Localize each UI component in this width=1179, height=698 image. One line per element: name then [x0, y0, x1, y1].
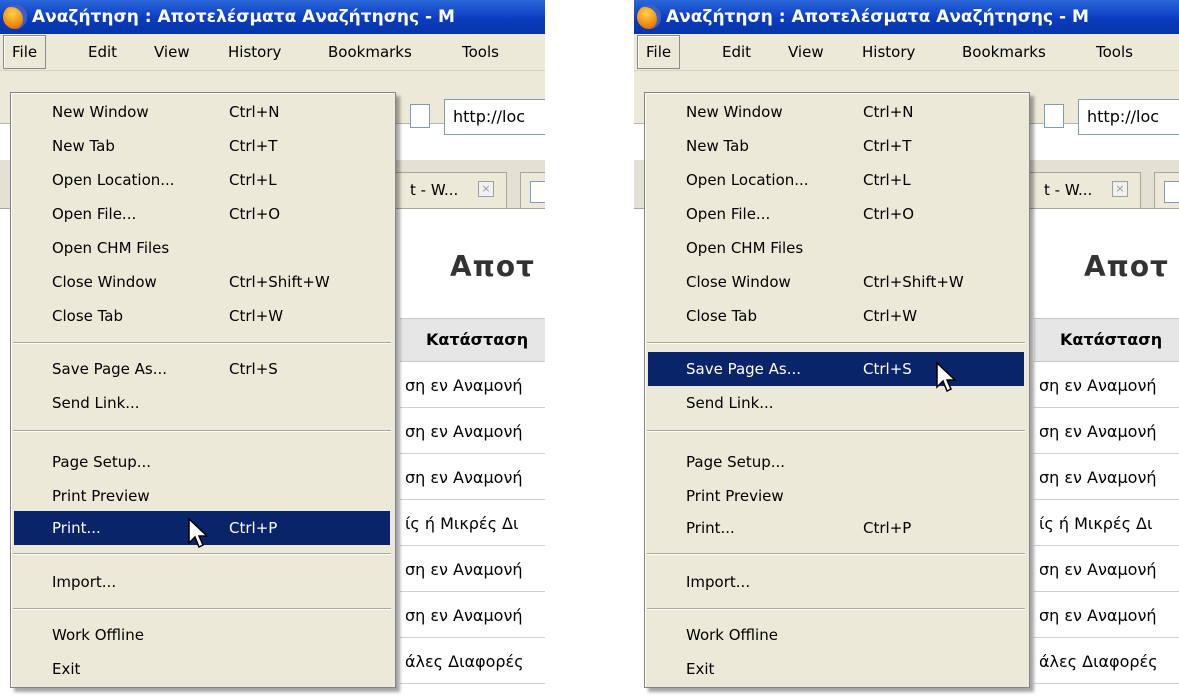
- page-heading: Αποτ: [450, 250, 535, 283]
- menu-item-print-preview[interactable]: Print Preview: [648, 479, 1024, 513]
- close-tab-icon[interactable]: ×: [1112, 181, 1128, 197]
- address-bar[interactable]: http://loc: [444, 99, 545, 135]
- page-icon: [410, 104, 430, 128]
- menu-history[interactable]: History: [854, 34, 923, 70]
- firefox-icon: [637, 5, 661, 29]
- table-row: ση εν Αναμονή: [1034, 455, 1179, 500]
- menu-item-save-page-as[interactable]: Save Page As... Ctrl+S: [648, 352, 1024, 386]
- window-titlebar: Αναζήτηση : Αποτελέσματα Αναζήτησης - Μ: [634, 0, 1179, 34]
- table-row: άλες Διαφορές: [1034, 639, 1179, 684]
- menu-item-print-preview[interactable]: Print Preview: [14, 479, 390, 513]
- menu-item-open-location[interactable]: Open Location... Ctrl+L: [648, 163, 1024, 197]
- menu-tools[interactable]: Tools: [454, 34, 507, 70]
- address-bar[interactable]: http://loc: [1078, 99, 1179, 135]
- menu-separator: [13, 553, 391, 555]
- menubar: File Edit View History Bookmarks Tools: [634, 34, 1179, 71]
- page-icon: [1164, 181, 1179, 203]
- mouse-cursor-icon: [936, 362, 957, 393]
- window-titlebar: Αναζήτηση : Αποτελέσματα Αναζήτησης - Μ: [0, 0, 545, 34]
- file-menu: New Window Ctrl+N New Tab Ctrl+T Open Loca…: [10, 92, 396, 688]
- menu-item-work-offline[interactable]: Work Offline: [648, 618, 1024, 652]
- tab[interactable]: [1154, 172, 1179, 208]
- menu-separator: [647, 430, 1025, 432]
- file-menu: New Window Ctrl+N New Tab Ctrl+T Open Loca…: [644, 92, 1030, 688]
- menu-view[interactable]: View: [780, 34, 832, 70]
- menu-bookmarks[interactable]: Bookmarks: [320, 34, 420, 70]
- menu-item-open-chm-files[interactable]: Open CHM Files: [14, 231, 390, 265]
- page-icon: [1044, 104, 1064, 128]
- menu-item-close-window[interactable]: Close Window Ctrl+Shift+W: [14, 265, 390, 299]
- table-row: ση εν Αναμονή: [400, 455, 545, 500]
- menu-bookmarks[interactable]: Bookmarks: [954, 34, 1054, 70]
- window-title: Αναζήτηση : Αποτελέσματα Αναζήτησης - Μ: [32, 7, 455, 27]
- screenshot-save-page-as-highlighted: Αναζήτηση : Αποτελέσματα Αναζήτησης - Μ …: [634, 0, 1179, 698]
- menu-item-send-link[interactable]: Send Link...: [648, 386, 1024, 420]
- menu-item-import[interactable]: Import...: [648, 565, 1024, 599]
- table-row: ίς ή Μικρές Δι: [400, 501, 545, 546]
- menu-file[interactable]: File: [637, 35, 681, 69]
- menu-item-new-window[interactable]: New Window Ctrl+N: [648, 95, 1024, 129]
- firefox-icon: [3, 5, 27, 29]
- tab[interactable]: [520, 172, 545, 208]
- menu-edit[interactable]: Edit: [80, 34, 125, 70]
- table-row: ση εν Αναμονή: [400, 547, 545, 592]
- table-column-header: Κατάσταση: [1034, 318, 1179, 362]
- menu-item-close-tab[interactable]: Close Tab Ctrl+W: [648, 299, 1024, 333]
- menu-item-new-tab[interactable]: New Tab Ctrl+T: [14, 129, 390, 163]
- tab-label: t - W...: [410, 181, 459, 199]
- table-row: ση εν Αναμονή: [400, 409, 545, 454]
- table-row: ση εν Αναμονή: [1034, 409, 1179, 454]
- menu-view[interactable]: View: [146, 34, 198, 70]
- menu-item-open-chm-files[interactable]: Open CHM Files: [648, 231, 1024, 265]
- close-tab-icon[interactable]: ×: [478, 181, 494, 197]
- mouse-cursor-icon: [188, 518, 209, 549]
- menu-item-exit[interactable]: Exit: [648, 652, 1024, 686]
- table-column-header: Κατάσταση: [400, 318, 545, 362]
- page-icon: [530, 181, 545, 203]
- table-row: ση εν Αναμονή: [400, 363, 545, 408]
- table-row: ση εν Αναμονή: [1034, 547, 1179, 592]
- menu-item-close-window[interactable]: Close Window Ctrl+Shift+W: [648, 265, 1024, 299]
- table-row: ση εν Αναμονή: [400, 593, 545, 638]
- menu-edit[interactable]: Edit: [714, 34, 759, 70]
- menu-item-open-file[interactable]: Open File... Ctrl+O: [648, 197, 1024, 231]
- menu-item-save-page-as[interactable]: Save Page As... Ctrl+S: [14, 352, 390, 386]
- menu-item-open-location[interactable]: Open Location... Ctrl+L: [14, 163, 390, 197]
- menu-item-import[interactable]: Import...: [14, 565, 390, 599]
- page-heading: Αποτ: [1084, 250, 1169, 283]
- menu-item-new-window[interactable]: New Window Ctrl+N: [14, 95, 390, 129]
- menu-file[interactable]: File: [3, 35, 47, 69]
- menu-item-new-tab[interactable]: New Tab Ctrl+T: [648, 129, 1024, 163]
- table-row: άλες Διαφορές: [400, 639, 545, 684]
- menu-item-send-link[interactable]: Send Link...: [14, 386, 390, 420]
- tab-label: t - W...: [1044, 181, 1093, 199]
- menu-separator: [13, 342, 391, 344]
- menu-separator: [647, 608, 1025, 610]
- menu-item-page-setup[interactable]: Page Setup...: [648, 445, 1024, 479]
- screenshot-print-highlighted: Αναζήτηση : Αποτελέσματα Αναζήτησης - Μ …: [0, 0, 545, 698]
- window-title: Αναζήτηση : Αποτελέσματα Αναζήτησης - Μ: [666, 7, 1089, 27]
- menu-item-close-tab[interactable]: Close Tab Ctrl+W: [14, 299, 390, 333]
- menu-separator: [13, 430, 391, 432]
- menu-history[interactable]: History: [220, 34, 289, 70]
- menu-separator: [647, 342, 1025, 344]
- menu-item-exit[interactable]: Exit: [14, 652, 390, 686]
- menu-item-open-file[interactable]: Open File... Ctrl+O: [14, 197, 390, 231]
- menu-separator: [13, 608, 391, 610]
- table-row: ίς ή Μικρές Δι: [1034, 501, 1179, 546]
- table-row: ση εν Αναμονή: [1034, 363, 1179, 408]
- menu-separator: [647, 553, 1025, 555]
- menu-item-print[interactable]: Print... Ctrl+P: [648, 511, 1024, 545]
- menubar: File Edit View History Bookmarks Tools: [0, 34, 545, 71]
- menu-item-page-setup[interactable]: Page Setup...: [14, 445, 390, 479]
- menu-item-work-offline[interactable]: Work Offline: [14, 618, 390, 652]
- table-row: ση εν Αναμονή: [1034, 593, 1179, 638]
- menu-tools[interactable]: Tools: [1088, 34, 1141, 70]
